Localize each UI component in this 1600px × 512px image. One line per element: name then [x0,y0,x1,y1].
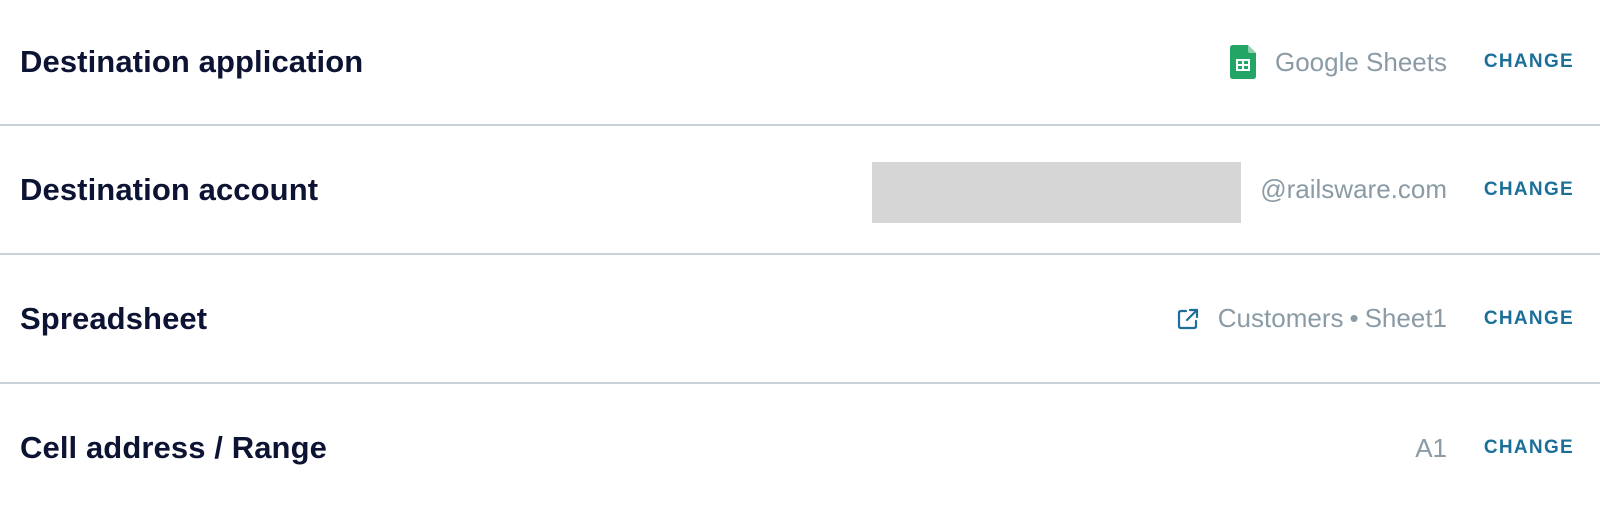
destination-account-value: @railsware.com [1260,174,1447,204]
row-value: Google Sheets [1229,45,1447,79]
row-label: Destination application [20,44,364,79]
row-destination-application: Destination application Google Sheets CH… [0,0,1600,126]
spreadsheet-name: Customers [1217,303,1344,333]
change-range-button[interactable]: CHANGE [1484,437,1574,459]
destination-settings: Destination application Google Sheets CH… [0,0,1600,512]
sheet-name: Sheet1 [1364,303,1447,333]
cell-address-value: A1 [1415,432,1447,463]
row-spreadsheet: Spreadsheet Customers • Sheet1 CHANGE [0,255,1600,384]
change-spreadsheet-button[interactable]: CHANGE [1484,308,1574,330]
redaction-block [872,162,1241,223]
row-value: @railsware.com [1260,174,1447,205]
row-label: Spreadsheet [20,300,208,336]
google-sheets-icon [1229,45,1256,79]
row-value: A1 [1415,433,1447,464]
row-value: Customers • Sheet1 [1176,303,1447,334]
row-destination-account: Destination account @railsware.com CHANG… [0,126,1600,255]
separator-dot: • [1349,303,1359,333]
destination-application-value: Google Sheets [1274,46,1447,77]
row-cell-address: Cell address / Range A1 CHANGE [0,384,1600,512]
change-application-button[interactable]: CHANGE [1484,51,1574,73]
row-label: Destination account [20,171,319,207]
change-account-button[interactable]: CHANGE [1484,179,1574,201]
row-label: Cell address / Range [20,430,327,465]
external-link-icon[interactable] [1176,307,1200,331]
